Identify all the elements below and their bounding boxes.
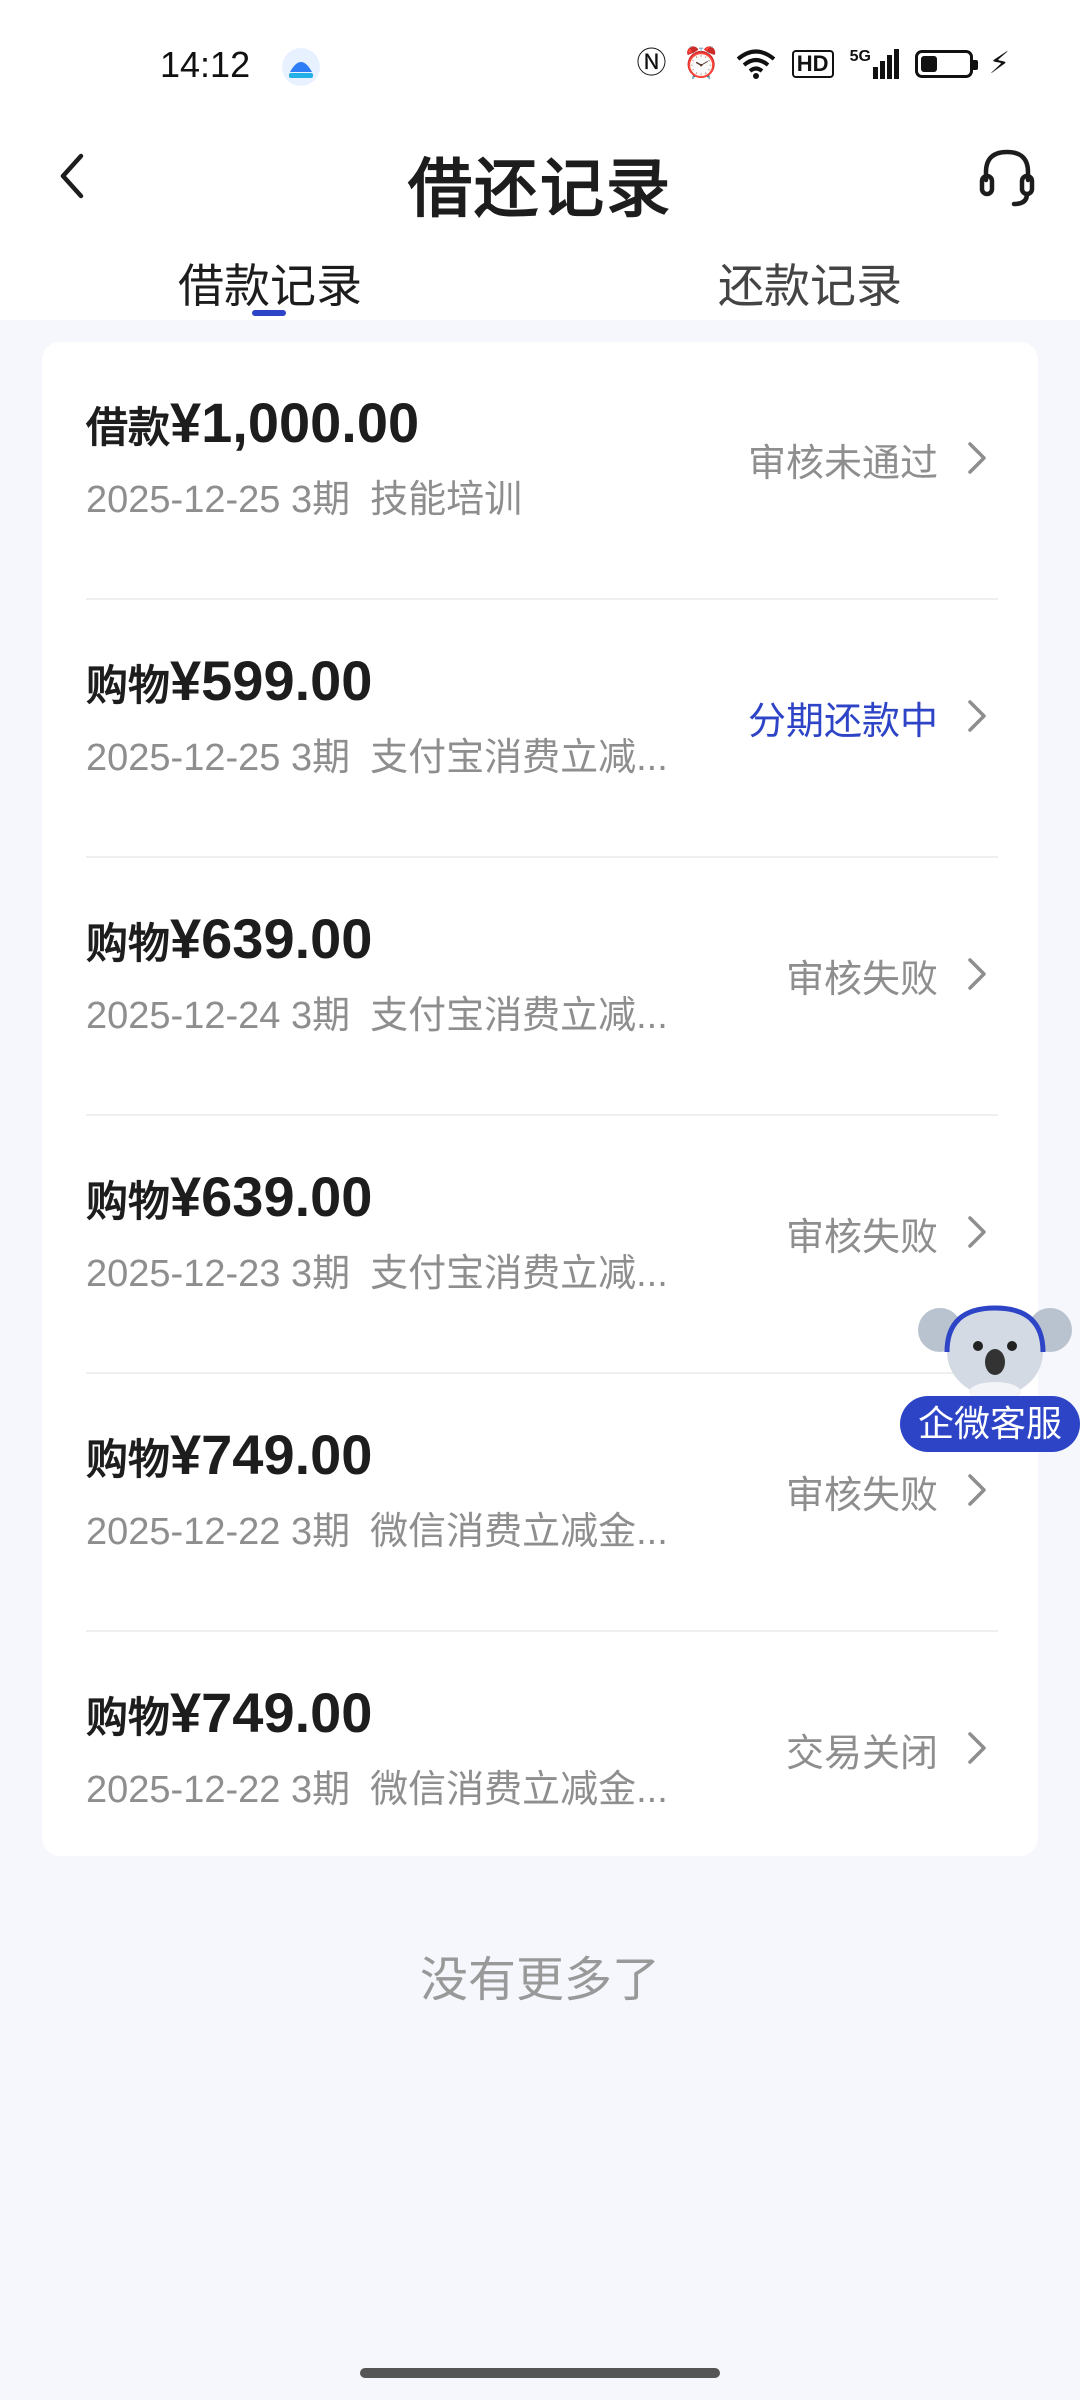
home-indicator[interactable]: [360, 2368, 720, 2378]
alarm-icon: ⏰: [682, 47, 720, 80]
record-meta: 2025-12-23 3期 支付宝消费立减...: [86, 1253, 668, 1295]
record-amount: 购物¥639.00: [86, 1165, 373, 1228]
chevron-right-icon: [968, 958, 986, 990]
chevron-right-icon: [968, 1474, 986, 1506]
floating-service-button[interactable]: 企微客服: [900, 1300, 1080, 1460]
record-item[interactable]: 购物¥749.00 2025-12-22 3期 微信消费立减金... 交易关闭: [42, 1632, 1038, 1890]
record-tabs: 借款记录 还款记录: [0, 250, 1080, 320]
battery-icon: [914, 50, 978, 78]
chevron-right-icon: [968, 1732, 986, 1764]
chevron-right-icon: [968, 442, 986, 474]
record-item[interactable]: 借款¥1,000.00 2025-12-25 3期 技能培训 审核未通过: [42, 342, 1038, 600]
record-item[interactable]: 购物¥639.00 2025-12-23 3期 支付宝消费立减... 审核失败: [42, 1116, 1038, 1374]
app-notification-icon: [282, 48, 320, 86]
tab-repayment-records[interactable]: 还款记录: [718, 250, 902, 316]
record-meta: 2025-12-22 3期 微信消费立减金...: [86, 1511, 668, 1553]
record-amount: 购物¥749.00: [86, 1681, 373, 1744]
no-more-text: 没有更多了: [419, 1954, 660, 2007]
tab-active-indicator: [252, 310, 286, 316]
status-time: 14:12: [160, 44, 251, 85]
customer-service-button[interactable]: [972, 142, 1042, 212]
battery-level: [920, 56, 937, 72]
status-bar: 14:12 Ⓝ ⏰ HD 5G ⚡: [0, 0, 1080, 120]
record-amount: 借款¥1,000.00: [86, 391, 420, 454]
header: 借还记录 借款记录 还款记录: [0, 120, 1080, 320]
record-meta: 2025-12-24 3期 支付宝消费立减...: [86, 995, 668, 1037]
record-meta: 2025-12-25 3期 支付宝消费立减...: [86, 737, 668, 779]
chevron-right-icon: [968, 700, 986, 732]
record-meta: 2025-12-22 3期 微信消费立减金...: [86, 1769, 668, 1811]
record-status: 交易关闭: [785, 1733, 938, 1775]
record-item[interactable]: 购物¥639.00 2025-12-24 3期 支付宝消费立减... 审核失败: [42, 858, 1038, 1116]
record-amount: 购物¥639.00: [86, 907, 373, 970]
record-meta: 2025-12-25 3期 技能培训: [86, 479, 523, 521]
nfc-icon: Ⓝ: [636, 47, 667, 80]
page-title: 借还记录: [408, 153, 672, 225]
record-status: 审核失败: [785, 1475, 938, 1517]
record-status: 审核未通过: [747, 443, 938, 485]
record-status: 分期还款中: [747, 701, 938, 743]
record-amount: 购物¥749.00: [86, 1423, 373, 1486]
charging-icon: ⚡: [988, 47, 1010, 80]
koala-mascot-icon: [918, 1305, 1072, 1402]
record-item[interactable]: 购物¥749.00 2025-12-22 3期 微信消费立减金... 审核失败: [42, 1374, 1038, 1632]
record-item[interactable]: 购物¥599.00 2025-12-25 3期 支付宝消费立减... 分期还款中: [42, 600, 1038, 858]
floating-service-label: 企微客服: [900, 1396, 1080, 1452]
tab-loan-records[interactable]: 借款记录: [178, 250, 362, 316]
record-status: 审核失败: [785, 1217, 938, 1259]
record-status: 审核失败: [785, 959, 938, 1001]
record-amount: 购物¥599.00: [86, 649, 373, 712]
signal-icon: 5G: [850, 49, 899, 79]
wifi-icon: [736, 49, 776, 79]
hd-icon: HD: [791, 50, 834, 78]
headset-icon: [979, 149, 1035, 207]
records-list: 借款¥1,000.00 2025-12-25 3期 技能培训 审核未通过 购物¥5…: [42, 342, 1038, 1856]
chevron-right-icon: [968, 1216, 986, 1248]
